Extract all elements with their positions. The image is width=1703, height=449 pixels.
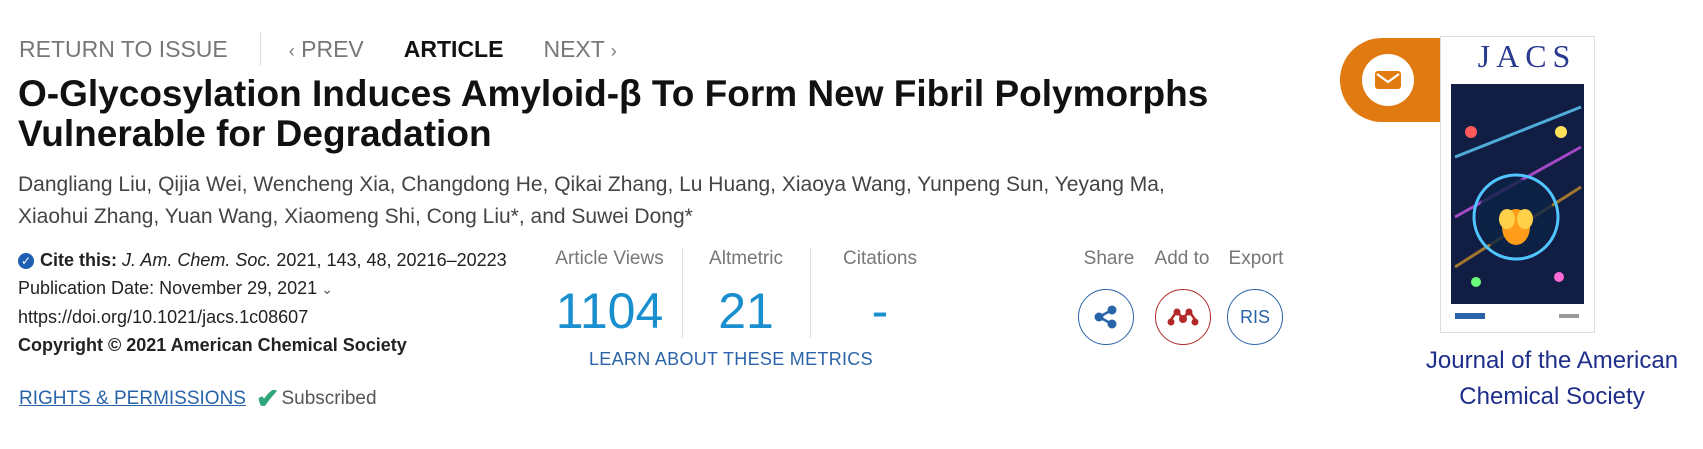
chevron-down-icon: ⌄ — [321, 281, 333, 297]
add-to-label: Add to — [1154, 248, 1210, 269]
email-alert-button[interactable] — [1340, 38, 1442, 122]
article-nav: RETURN TO ISSUE ‹ PREV ARTICLE NEXT › — [19, 32, 617, 66]
nav-divider — [259, 32, 261, 66]
metric-label: Altmetric — [709, 248, 783, 269]
learn-metrics-link[interactable]: LEARN ABOUT THESE METRICS — [589, 349, 873, 370]
mendeley-icon — [1167, 308, 1199, 326]
journal-cover-art: JACS — [1441, 37, 1594, 332]
export-label: Export — [1228, 248, 1284, 269]
checkmark-icon: ✔ — [256, 383, 280, 414]
prev-link[interactable]: ‹ PREV — [289, 36, 364, 63]
export-action: Export — [1224, 248, 1288, 270]
share-icon — [1094, 305, 1117, 329]
export-ris-button[interactable]: RIS — [1227, 289, 1283, 345]
mail-icon-circle — [1362, 54, 1414, 106]
envelope-icon — [1375, 71, 1401, 89]
journal-name-link[interactable]: Journal of the American Chemical Society — [1396, 343, 1703, 415]
metric-label: Article Views — [555, 248, 664, 269]
citation-block: ✓ Cite this: J. Am. Chem. Soc. 2021, 143,… — [18, 246, 508, 359]
next-label: NEXT — [543, 35, 605, 62]
pub-date-text: Publication Date: November 29, 2021 — [18, 278, 318, 298]
add-to-action: Add to — [1148, 248, 1216, 270]
author-list: Dangliang Liu, Qijia Wei, Wencheng Xia, … — [18, 169, 1268, 233]
metric-citations: Citations - — [810, 248, 950, 340]
share-action: Share — [1078, 248, 1140, 270]
check-circle-icon: ✓ — [18, 253, 34, 269]
rights-permissions-link[interactable]: RIGHTS & PERMISSIONS — [19, 388, 246, 410]
article-title: O-Glycosylation Induces Amyloid-β To For… — [18, 73, 1209, 154]
article-tab: ARTICLE — [403, 35, 504, 62]
return-to-issue-link[interactable]: RETURN TO ISSUE — [19, 36, 228, 63]
copyright: Copyright © 2021 American Chemical Socie… — [18, 331, 508, 359]
authors-line-1[interactable]: Dangliang Liu, Qijia Wei, Wencheng Xia, … — [18, 169, 1268, 201]
metric-label: Citations — [843, 248, 917, 269]
publication-date[interactable]: Publication Date: November 29, 2021 ⌄ — [18, 274, 508, 303]
next-link[interactable]: NEXT › — [543, 36, 616, 63]
article-metrics: Article Views 1104 Altmetric 21 Citation… — [537, 248, 950, 340]
metric-article-views: Article Views 1104 — [537, 248, 682, 340]
chevron-right-icon: › — [610, 40, 617, 61]
metric-altmetric[interactable]: Altmetric 21 — [682, 248, 810, 340]
metric-value: - — [871, 283, 889, 339]
chevron-left-icon: ‹ — [288, 40, 295, 61]
prev-label: PREV — [301, 35, 364, 62]
subscribed-label: Subscribed — [281, 388, 377, 409]
ris-label: RIS — [1239, 306, 1270, 327]
authors-line-2[interactable]: Xiaohui Zhang, Yuan Wang, Xiaomeng Shi, … — [18, 201, 1268, 233]
add-to-mendeley-button[interactable] — [1155, 289, 1211, 345]
share-label: Share — [1083, 248, 1135, 269]
cite-details: 2021, 143, 48, 20216–20223 — [276, 250, 507, 270]
copyright-text: Copyright © 2021 American Chemical Socie… — [18, 335, 407, 355]
cite-journal: J. Am. Chem. Soc. — [122, 250, 272, 270]
subscribed-status: ✔ Subscribed — [256, 383, 377, 414]
article-actions: Share Add to Export — [1078, 248, 1288, 270]
metric-value: 21 — [718, 283, 774, 339]
cite-this[interactable]: ✓ Cite this: J. Am. Chem. Soc. 2021, 143,… — [18, 246, 508, 274]
doi-link[interactable]: https://doi.org/10.1021/jacs.1c08607 — [18, 303, 508, 331]
journal-cover-image[interactable]: JACS — [1440, 36, 1595, 333]
cite-label: Cite this: — [40, 250, 118, 270]
cover-title: JACS — [1478, 38, 1577, 74]
metric-value: 1104 — [555, 283, 664, 339]
share-button[interactable] — [1078, 289, 1134, 345]
